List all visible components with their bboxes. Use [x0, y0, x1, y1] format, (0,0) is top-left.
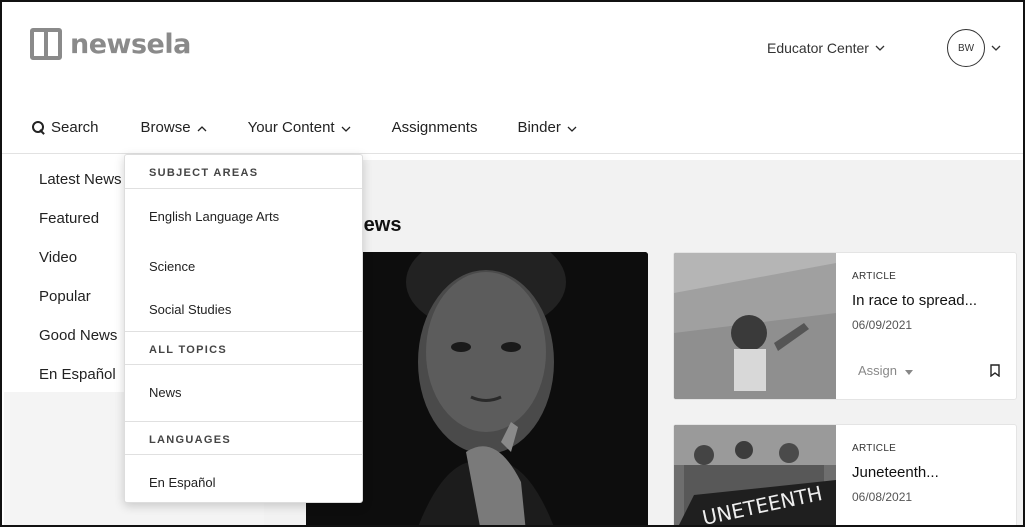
educator-center-label: Educator Center: [767, 40, 869, 56]
article-date: 06/08/2021: [852, 490, 913, 504]
nav-assignments[interactable]: Assignments: [392, 119, 478, 136]
dropdown-heading-languages: LANGUAGES: [125, 421, 362, 455]
menu-item-science[interactable]: Science: [125, 245, 362, 288]
main-nav: Search Browse Your Content Assignments B…: [2, 102, 1023, 154]
article-title[interactable]: Juneteenth...: [852, 464, 1012, 481]
chevron-up-icon: [197, 119, 207, 136]
assign-button[interactable]: Assign: [858, 363, 914, 378]
sidebar-item-popular[interactable]: Popular: [4, 277, 124, 316]
menu-item-english-language-arts[interactable]: English Language Arts: [125, 189, 362, 245]
nav-binder-label: Binder: [517, 119, 561, 136]
sidebar-item-video[interactable]: Video: [4, 238, 124, 277]
newsela-logo[interactable]: newsela: [30, 28, 191, 60]
account-menu[interactable]: BW: [947, 29, 1001, 67]
top-header: newsela Educator Center BW: [2, 2, 1023, 92]
logo-text: newsela: [70, 28, 191, 60]
caret-down-icon: [905, 363, 914, 378]
sidebar-item-good-news[interactable]: Good News: [4, 316, 124, 355]
bookmark-icon[interactable]: [990, 364, 1000, 377]
chevron-down-icon: [875, 42, 885, 54]
article-thumbnail: [674, 253, 836, 399]
educator-center-menu[interactable]: Educator Center: [767, 40, 885, 56]
menu-item-en-espanol[interactable]: En Español: [125, 455, 362, 502]
chevron-down-icon: [991, 42, 1001, 54]
nav-browse-label: Browse: [140, 119, 191, 136]
article-card-body: ARTICLE Juneteenth... 06/08/2021: [852, 443, 1012, 504]
logo-mark-icon: [30, 28, 62, 60]
assign-label: Assign: [858, 363, 898, 378]
sidebar-item-latest-news[interactable]: Latest News: [4, 160, 124, 199]
article-card-actions: Assign: [858, 363, 1000, 378]
article-type-label: ARTICLE: [852, 443, 897, 454]
menu-item-social-studies[interactable]: Social Studies: [125, 288, 362, 331]
menu-item-news[interactable]: News: [125, 365, 362, 421]
dropdown-heading-all-topics: ALL TOPICS: [125, 331, 362, 365]
search-icon: [32, 121, 45, 134]
nav-binder[interactable]: Binder: [517, 119, 577, 136]
sidebar-item-en-espanol[interactable]: En Español: [4, 355, 124, 394]
sidebar-item-featured[interactable]: Featured: [4, 199, 124, 238]
browse-dropdown-menu: SUBJECT AREAS English Language Arts Scie…: [124, 154, 363, 503]
nav-search-label: Search: [51, 119, 99, 136]
sidebar-list: Latest News Featured Video Popular Good …: [4, 160, 124, 403]
page-frame: newsela Educator Center BW Search Browse: [0, 0, 1025, 527]
article-type-label: ARTICLE: [852, 271, 897, 282]
dropdown-heading-subject-areas: SUBJECT AREAS: [125, 155, 362, 189]
nav-search[interactable]: Search: [32, 119, 99, 136]
nav-browse[interactable]: Browse: [141, 119, 207, 136]
avatar[interactable]: BW: [947, 29, 985, 67]
article-date: 06/09/2021: [852, 318, 913, 332]
article-card-body: ARTICLE In race to spread... 06/09/2021: [852, 271, 1012, 332]
article-card[interactable]: UNETEENTH ARTICLE Juneteenth... 06/08/20…: [673, 424, 1017, 525]
article-thumbnail: UNETEENTH: [674, 425, 836, 525]
article-card[interactable]: ARTICLE In race to spread... 06/09/2021 …: [673, 252, 1017, 400]
chevron-down-icon: [341, 119, 351, 136]
nav-assignments-label: Assignments: [391, 119, 478, 136]
article-title[interactable]: In race to spread...: [852, 292, 1012, 309]
chevron-down-icon: [567, 119, 577, 136]
nav-your-content[interactable]: Your Content: [248, 119, 351, 136]
nav-your-content-label: Your Content: [247, 119, 335, 136]
